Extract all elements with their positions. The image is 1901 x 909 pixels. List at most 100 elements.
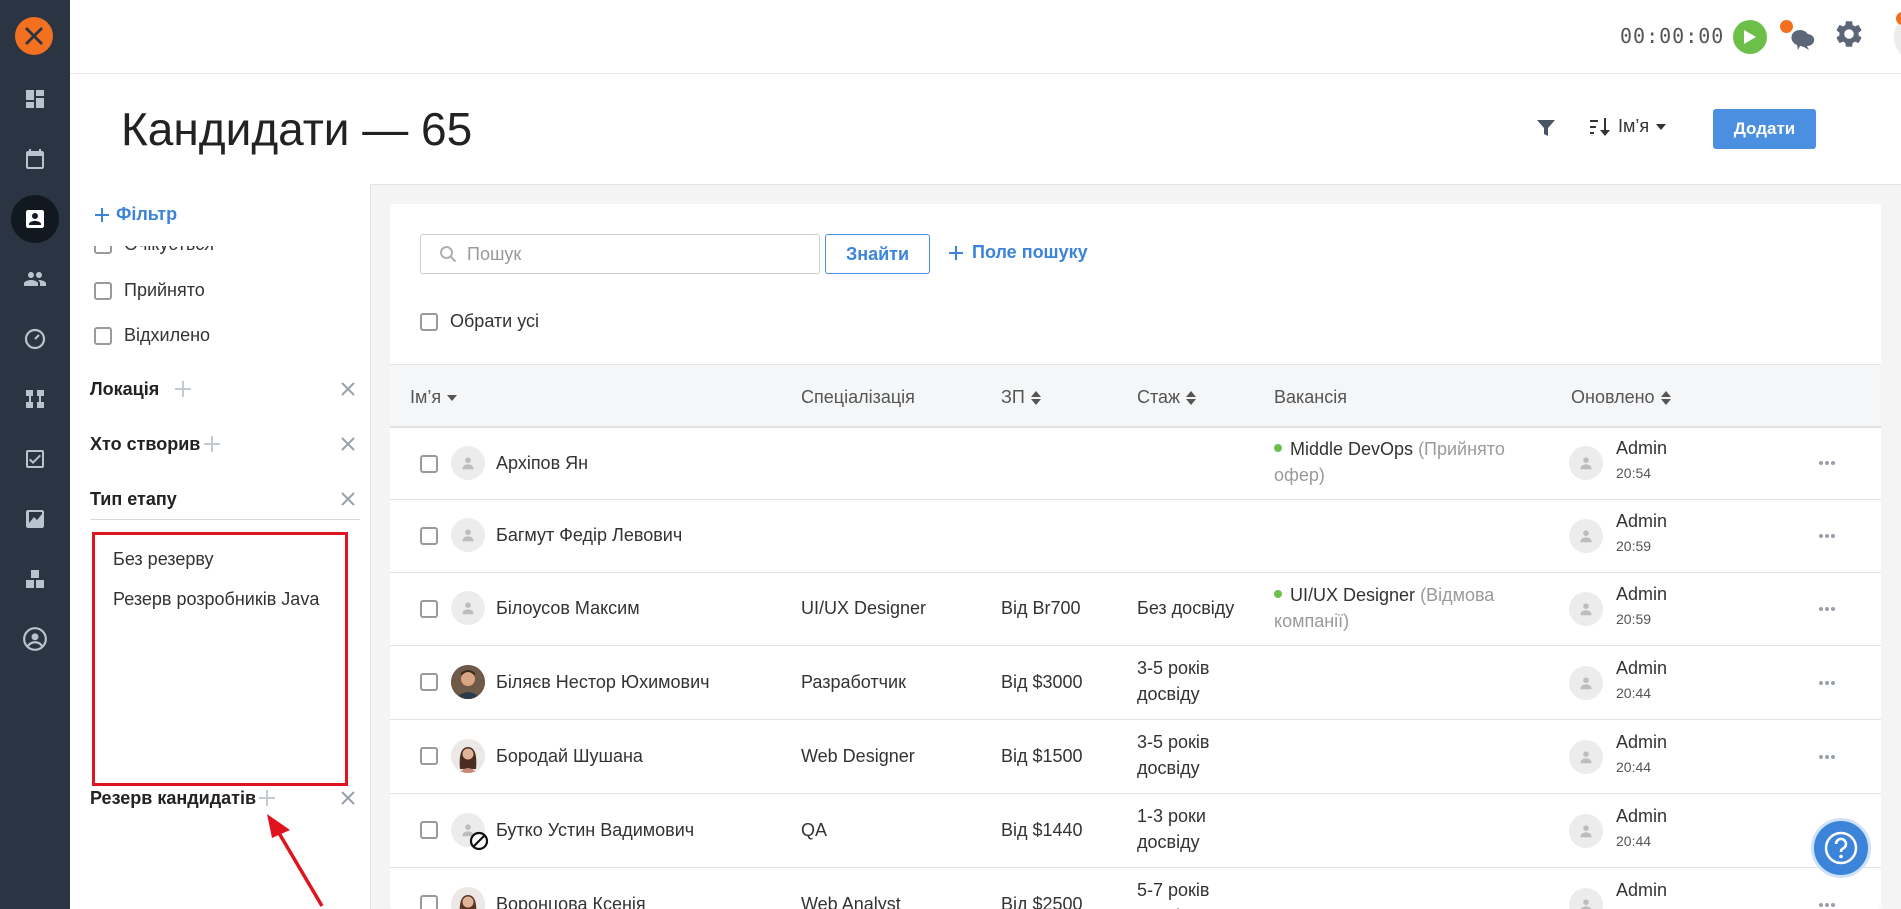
people-icon — [24, 272, 46, 286]
row-checkbox[interactable] — [420, 895, 438, 909]
row-checkbox[interactable] — [420, 747, 438, 765]
filter-option-accepted[interactable]: Прийнято — [94, 280, 205, 301]
user-silhouette-icon — [1580, 677, 1592, 690]
row-checkbox[interactable] — [420, 600, 438, 618]
nav-calendar[interactable] — [11, 135, 59, 183]
remove-filter-button[interactable] — [340, 790, 356, 806]
question-icon — [1824, 831, 1858, 865]
nav-profile[interactable] — [11, 615, 59, 663]
row-more-button[interactable] — [1818, 460, 1836, 466]
add-creator-button[interactable] — [203, 435, 221, 453]
add-reserve-button[interactable] — [258, 789, 276, 807]
table-row[interactable]: Бутко Устин Вадимович QA Від $1440 1-3 р… — [390, 794, 1881, 868]
candidate-name[interactable]: Бородай Шушана — [496, 743, 643, 769]
column-header-salary[interactable]: ЗП — [1001, 387, 1041, 408]
plus-icon — [259, 790, 275, 806]
filter-section-label: Хто створив — [90, 434, 201, 454]
row-more-button[interactable] — [1818, 902, 1836, 908]
table-row[interactable]: Бородай Шушана Web Designer Від $1500 3-… — [390, 720, 1881, 794]
sort-dropdown[interactable]: Ім’я — [1590, 116, 1667, 137]
candidate-name[interactable]: Багмут Федір Левович — [496, 522, 682, 548]
select-all-checkbox[interactable]: Обрати усі — [420, 311, 539, 332]
table-row[interactable]: Білоусов Максим UI/UX Designer Від Br700… — [390, 573, 1881, 646]
nav-dashboard[interactable] — [11, 75, 59, 123]
column-header-name[interactable]: Ім’я — [410, 387, 458, 408]
updated-by: Admin — [1616, 806, 1668, 826]
candidate-experience: 3-5 років досвіду — [1137, 732, 1210, 778]
candidate-name[interactable]: Архіпов Ян — [496, 450, 588, 476]
updated-by: Admin — [1616, 511, 1668, 531]
updated-time: 20:44 — [1616, 833, 1652, 849]
find-button[interactable]: Знайти — [825, 234, 930, 274]
row-checkbox[interactable] — [420, 455, 438, 473]
filter-toggle-button[interactable] — [1536, 118, 1556, 138]
candidate-name[interactable]: Білоусов Максим — [496, 595, 640, 621]
blocked-icon — [469, 831, 489, 851]
add-filter-button[interactable]: Фільтр — [94, 204, 177, 225]
filter-option-pending[interactable]: Очікується — [94, 246, 214, 255]
candidate-vacancy[interactable]: UI/UX Designer (Відмова компанії) — [1274, 582, 1514, 634]
column-header-experience[interactable]: Стаж — [1137, 387, 1197, 408]
candidate-photo — [451, 739, 485, 773]
remove-filter-button[interactable] — [340, 491, 356, 507]
table-row[interactable]: Воронцова Ксенія Web Analyst Від $2500 5… — [390, 868, 1881, 909]
candidate-name[interactable]: Воронцова Ксенія — [496, 891, 646, 909]
candidate-salary: Від $1500 — [1001, 746, 1083, 766]
dashboard-icon — [26, 90, 44, 108]
checkbox[interactable] — [94, 246, 112, 254]
column-label: Ім’я — [410, 387, 442, 407]
row-more-button[interactable] — [1818, 754, 1836, 760]
nav-integrations[interactable] — [11, 555, 59, 603]
user-silhouette-icon — [462, 529, 474, 542]
stage-option-java-reserve[interactable]: Резерв розробників Java — [113, 589, 319, 610]
filter-section-label: Резерв кандидатів — [90, 788, 257, 808]
notifications-button[interactable] — [1780, 20, 1816, 56]
checkbox[interactable] — [94, 326, 112, 345]
add-location-button[interactable] — [174, 380, 192, 398]
search-input[interactable] — [465, 242, 799, 266]
user-avatar-button[interactable] — [1894, 12, 1901, 62]
nav-speed[interactable] — [11, 315, 59, 363]
app-logo[interactable] — [15, 17, 53, 55]
sort-toggle-icon — [1660, 390, 1671, 405]
column-header-specialization: Спеціалізація — [801, 387, 915, 408]
timer-play-button[interactable] — [1733, 20, 1767, 54]
vacancy-status-dot — [1274, 590, 1282, 599]
row-more-button[interactable] — [1818, 606, 1836, 612]
table-row[interactable]: Багмут Федір Левович Admin 20:59 — [390, 500, 1881, 573]
candidate-experience: 5-7 років досвіду — [1137, 880, 1210, 909]
candidate-name[interactable]: Біляєв Нестор Юхимович — [496, 669, 710, 695]
nav-contacts[interactable] — [11, 255, 59, 303]
add-search-field-button[interactable]: Поле пошуку — [948, 242, 1088, 263]
column-header-updated[interactable]: Оновлено — [1571, 387, 1671, 408]
checkbox[interactable] — [94, 281, 112, 300]
more-horizontal-icon — [1819, 534, 1835, 538]
stage-option-no-reserve[interactable]: Без резерву — [113, 549, 214, 570]
search-field[interactable] — [420, 234, 820, 274]
user-silhouette-icon — [462, 457, 474, 470]
nav-tasks[interactable] — [11, 435, 59, 483]
filter-option-rejected[interactable]: Відхилено — [94, 325, 210, 346]
row-checkbox[interactable] — [420, 527, 438, 545]
nav-reports[interactable] — [11, 495, 59, 543]
table-row[interactable]: Біляєв Нестор Юхимович Разработчик Від $… — [390, 646, 1881, 720]
help-button[interactable] — [1811, 818, 1871, 878]
candidate-name[interactable]: Бутко Устин Вадимович — [496, 817, 694, 843]
vacancy-title: Middle DevOps — [1290, 439, 1414, 459]
row-checkbox[interactable] — [420, 673, 438, 691]
remove-filter-button[interactable] — [340, 381, 356, 397]
candidate-experience: Без досвіду — [1137, 598, 1235, 618]
checkbox-task-icon — [26, 450, 44, 468]
row-checkbox[interactable] — [420, 821, 438, 839]
row-more-button[interactable] — [1818, 533, 1836, 539]
add-candidate-button[interactable]: Додати — [1713, 109, 1816, 149]
user-circle-icon — [23, 627, 47, 651]
table-row[interactable]: Архіпов Ян Middle DevOps (Прийнято офер)… — [390, 428, 1881, 500]
nav-candidates[interactable] — [11, 195, 59, 243]
remove-filter-button[interactable] — [340, 436, 356, 452]
row-more-button[interactable] — [1818, 680, 1836, 686]
settings-button[interactable] — [1833, 18, 1871, 56]
checkbox[interactable] — [420, 312, 438, 331]
nav-workflow[interactable] — [11, 375, 59, 423]
candidate-vacancy[interactable]: Middle DevOps (Прийнято офер) — [1274, 436, 1514, 488]
